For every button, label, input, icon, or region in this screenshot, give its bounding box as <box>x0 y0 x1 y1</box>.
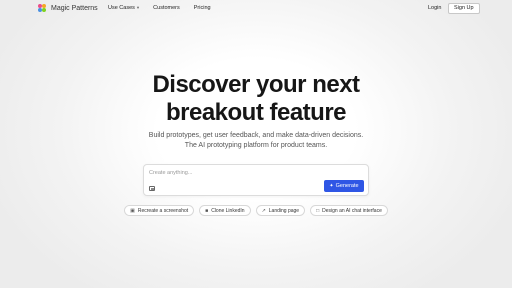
magic-patterns-logo-icon <box>38 4 47 13</box>
chip-landing-page[interactable]: ↗ Landing page <box>255 205 306 216</box>
signup-button[interactable]: Sign Up <box>448 3 480 14</box>
nav-link-pricing[interactable]: Pricing <box>194 5 211 11</box>
hero-title-line: breakout feature <box>165 99 347 126</box>
image-upload-icon[interactable] <box>149 186 155 191</box>
prompt-input[interactable] <box>149 170 349 176</box>
chevron-down-icon: ▾ <box>136 5 140 10</box>
hero-subtitle-line: Build prototypes, get user feedback, and… <box>148 132 364 139</box>
chip-label: Landing page <box>268 207 300 214</box>
chip-ai-chat-interface[interactable]: □ Design an AI chat interface <box>310 205 388 216</box>
brand-logo[interactable]: Magic Patterns <box>38 4 98 13</box>
generate-button[interactable]: ✦ Generate <box>324 180 364 192</box>
nav-link-customers[interactable]: Customers <box>153 5 180 11</box>
hero-title: Discover your next breakout feature <box>0 71 512 127</box>
hero-subtitle-line: The AI prototyping platform for product … <box>184 142 328 149</box>
login-link[interactable]: Login <box>428 5 441 11</box>
chip-clone-linkedin[interactable]: ■ Clone LinkedIn <box>199 205 251 216</box>
image-icon: ▣ <box>130 207 135 214</box>
hero-subtitle: Build prototypes, get user feedback, and… <box>0 131 512 151</box>
nav-link-label: Pricing <box>193 5 211 11</box>
suggestion-chips: ▣ Recreate a screenshot ■ Clone LinkedIn… <box>0 205 512 216</box>
nav-link-label: Customers <box>153 5 180 11</box>
chip-recreate-screenshot[interactable]: ▣ Recreate a screenshot <box>124 205 195 216</box>
chip-label: Clone LinkedIn <box>211 207 245 214</box>
nav-link-label: Use Cases <box>108 5 135 11</box>
sparkle-icon: ✦ <box>329 183 334 189</box>
brand-name: Magic Patterns <box>51 5 98 12</box>
chat-icon: □ <box>316 207 320 214</box>
generate-label: Generate <box>335 183 359 189</box>
linkedin-icon: ■ <box>205 207 209 214</box>
wand-icon: ↗ <box>261 207 266 214</box>
chip-label: Recreate a screenshot <box>137 207 189 214</box>
chip-label: Design an AI chat interface <box>322 207 382 214</box>
nav-link-use-cases[interactable]: Use Cases ▾ <box>108 5 139 11</box>
hero-title-line: Discover your next <box>152 71 360 98</box>
nav-links: Use Cases ▾ Customers Pricing <box>108 5 211 11</box>
top-nav: Magic Patterns Use Cases ▾ Customers Pri… <box>0 0 512 18</box>
